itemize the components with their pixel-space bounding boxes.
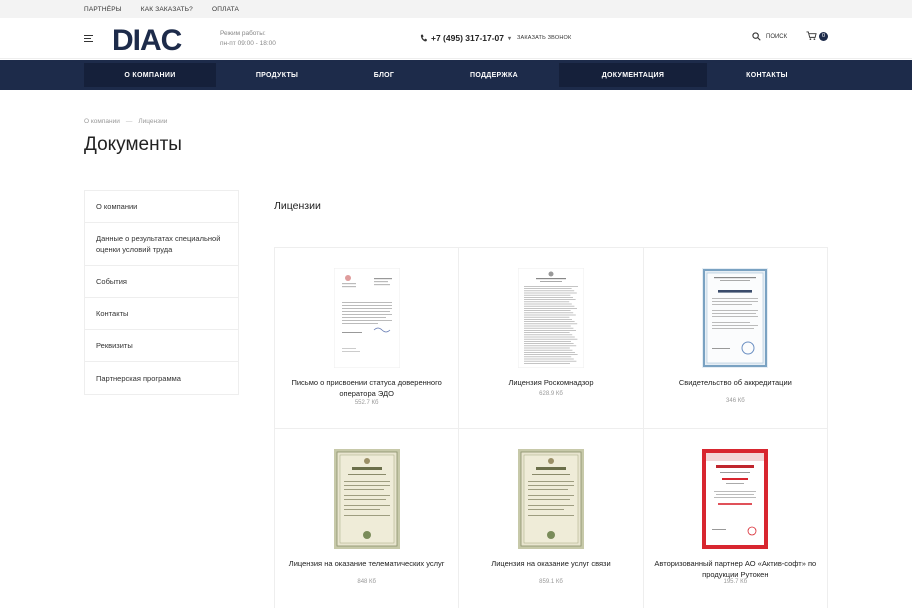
- top-bar: ПАРТНЁРЫ КАК ЗАКАЗАТЬ? ОПЛАТА: [0, 0, 912, 18]
- sidebar-item-events[interactable]: События: [85, 266, 238, 298]
- worktime-value: пн-пт 09:00 - 18:00: [220, 40, 276, 47]
- document-card[interactable]: Свидетельство об аккредитации 346 Кб: [643, 248, 828, 429]
- phone-icon: [420, 34, 427, 42]
- nav-item-documentation[interactable]: ДОКУМЕНТАЦИЯ: [559, 63, 707, 87]
- document-name[interactable]: Авторизованный партнер АО «Актив-софт» п…: [654, 558, 817, 580]
- phone-text: +7 (495) 317-17-07: [431, 33, 505, 43]
- documents-grid: Письмо о присвоении статуса доверенного …: [274, 247, 828, 608]
- search-button[interactable]: ПОИСК: [752, 32, 787, 41]
- sidebar-item-partner-program[interactable]: Партнерская программа: [85, 362, 238, 394]
- document-certificate-thumbnail[interactable]: [702, 449, 769, 549]
- callback-link[interactable]: ЗАКАЗАТЬ ЗВОНОК: [517, 35, 571, 41]
- menu-icon[interactable]: [84, 35, 93, 43]
- topbar-link-partners[interactable]: ПАРТНЁРЫ: [84, 6, 122, 13]
- document-size: 552.7 Кб: [354, 400, 379, 406]
- cart-icon: [806, 31, 817, 40]
- document-name[interactable]: Лицензия на оказание телематических услу…: [285, 558, 448, 569]
- cart-count-badge: 0: [819, 31, 828, 41]
- document-card[interactable]: Лицензия на оказание телематических услу…: [275, 429, 460, 608]
- document-license-thumbnail[interactable]: [517, 268, 584, 368]
- document-card[interactable]: Лицензия на оказание услуг связи 859.1 К…: [459, 429, 644, 608]
- worktime-label: Режим работы:: [220, 30, 266, 37]
- document-size: 628.9 Кб: [539, 391, 563, 397]
- breadcrumb-item-current: Лицензии: [138, 118, 168, 125]
- header: DIAC Режим работы: пн-пт 09:00 - 18:00 +…: [0, 18, 912, 59]
- document-name[interactable]: Лицензия на оказание услуг связи: [469, 558, 632, 569]
- document-name[interactable]: Лицензия Роскомнадзор: [469, 377, 632, 388]
- document-card[interactable]: Письмо о присвоении статуса доверенного …: [275, 248, 460, 429]
- section-title: Лицензии: [274, 200, 321, 212]
- main-nav: О КОМПАНИИ ПРОДУКТЫ БЛОГ ПОДДЕРЖКА ДОКУМ…: [0, 60, 912, 90]
- sidebar-item-contacts[interactable]: Контакты: [85, 298, 238, 330]
- document-license-thumbnail[interactable]: [333, 449, 400, 549]
- document-certificate-thumbnail[interactable]: [702, 268, 769, 368]
- breadcrumb-separator: —: [125, 118, 133, 125]
- breadcrumb: О компании — Лицензии: [84, 118, 167, 125]
- nav-item-support[interactable]: ПОДДЕРЖКА: [430, 63, 558, 87]
- document-size: 848 Кб: [357, 579, 376, 585]
- sidebar-item-sout[interactable]: Данные о результатах специальной оценки …: [85, 223, 238, 266]
- page-title: Документы: [84, 134, 182, 155]
- nav-item-products[interactable]: ПРОДУКТЫ: [216, 63, 338, 87]
- sidebar-item-requisites[interactable]: Реквизиты: [85, 330, 238, 362]
- search-icon: [752, 32, 761, 41]
- document-size: 346 Кб: [726, 398, 745, 404]
- document-card[interactable]: Авторизованный партнер АО «Актив-софт» п…: [644, 429, 828, 608]
- nav-item-blog[interactable]: БЛОГ: [338, 63, 430, 87]
- topbar-link-how-to-order[interactable]: КАК ЗАКАЗАТЬ?: [141, 6, 193, 13]
- sidebar: О компании Данные о результатах специаль…: [84, 190, 239, 395]
- search-label: ПОИСК: [766, 33, 788, 40]
- breadcrumb-item-company[interactable]: О компании: [84, 118, 120, 125]
- sidebar-item-company[interactable]: О компании: [85, 191, 238, 223]
- document-name[interactable]: Письмо о присвоении статуса доверенного …: [285, 377, 448, 399]
- nav-item-contacts[interactable]: КОНТАКТЫ: [707, 63, 827, 87]
- document-letter-thumbnail[interactable]: [333, 268, 400, 368]
- document-license-thumbnail[interactable]: [517, 449, 584, 549]
- phone-number[interactable]: +7 (495) 317-17-07 ▾: [420, 33, 511, 43]
- document-name[interactable]: Свидетельство об аккредитации: [654, 377, 817, 388]
- nav-item-company[interactable]: О КОМПАНИИ: [84, 63, 216, 87]
- document-size: 195.7 Кб: [723, 579, 748, 585]
- document-size: 859.1 Кб: [539, 579, 563, 585]
- worktime: Режим работы: пн-пт 09:00 - 18:00: [220, 29, 276, 49]
- chevron-down-icon[interactable]: ▾: [508, 35, 511, 42]
- document-card[interactable]: Лицензия Роскомнадзор 628.9 Кб: [459, 248, 644, 429]
- logo[interactable]: DIAC: [112, 24, 182, 58]
- topbar-link-payment[interactable]: ОПЛАТА: [212, 6, 239, 13]
- cart-button[interactable]: 0: [806, 31, 828, 41]
